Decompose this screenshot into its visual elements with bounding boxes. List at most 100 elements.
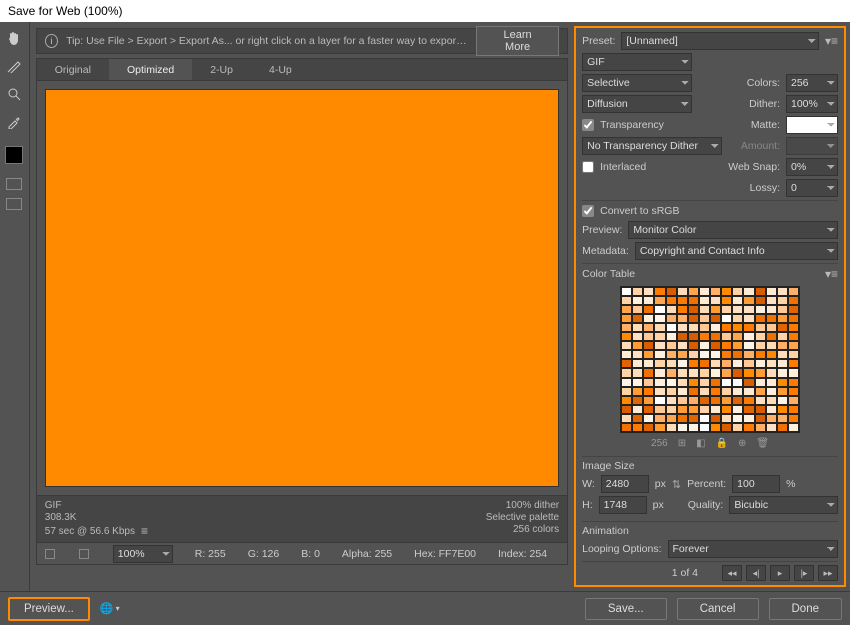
percent-input[interactable] xyxy=(732,475,780,493)
eyedropper-tool-icon[interactable] xyxy=(4,112,24,132)
zoom-tool-icon[interactable] xyxy=(4,84,24,104)
save-button[interactable]: Save... xyxy=(585,598,667,620)
readout-bar: 100% R: 255 G: 126 B: 0 Alpha: 255 Hex: … xyxy=(36,543,568,565)
color-table-label: Color Table xyxy=(582,268,635,280)
metadata-select[interactable]: Copyright and Contact Info xyxy=(635,242,838,260)
done-button[interactable]: Done xyxy=(769,598,843,620)
time-menu-icon[interactable]: ≡ xyxy=(141,524,148,538)
lossy-select[interactable]: 0 xyxy=(786,179,838,197)
settings-panel: Preset: [Unnamed] ▾≡ GIF Selective Color… xyxy=(574,26,846,587)
quality-select[interactable]: Bicubic xyxy=(729,496,838,514)
readout-alpha: Alpha: 255 xyxy=(342,548,392,560)
zoom-select[interactable]: 100% xyxy=(113,545,173,563)
readout-index: Index: 254 xyxy=(498,548,547,560)
info-colors: 256 colors xyxy=(486,524,559,535)
image-preview[interactable] xyxy=(45,89,559,487)
next-frame-button[interactable]: |▸ xyxy=(794,565,814,581)
interlaced-checkbox[interactable] xyxy=(582,161,594,173)
matte-select[interactable] xyxy=(786,116,838,134)
colors-select[interactable]: 256 xyxy=(786,74,838,92)
info-format: GIF xyxy=(45,500,148,511)
trans-dither-select[interactable]: No Transparency Dither xyxy=(582,137,722,155)
ct-trash-icon[interactable]: 🗑 xyxy=(756,438,769,449)
tab-original[interactable]: Original xyxy=(37,59,109,80)
colors-label: Colors: xyxy=(747,77,780,89)
preset-select[interactable]: [Unnamed] xyxy=(621,32,819,50)
transparency-label: Transparency xyxy=(600,119,664,131)
color-table-menu-icon[interactable]: ▾≡ xyxy=(825,267,838,281)
ct-new-icon[interactable]: ⊕ xyxy=(738,438,746,449)
tab-4up[interactable]: 4-Up xyxy=(251,59,310,80)
format-select[interactable]: GIF xyxy=(582,53,692,71)
dither-method-select[interactable]: Diffusion xyxy=(582,95,692,113)
w-label: W: xyxy=(582,478,595,490)
tip-text: Tip: Use File > Export > Export As... or… xyxy=(66,35,468,47)
image-size-label: Image Size xyxy=(582,456,838,472)
info-icon: i xyxy=(45,34,58,48)
reduction-select[interactable]: Selective xyxy=(582,74,692,92)
preview-select[interactable]: Monitor Color xyxy=(628,221,838,239)
slice-visibility-icon[interactable] xyxy=(6,178,22,190)
tab-2up[interactable]: 2-Up xyxy=(192,59,251,80)
cancel-button[interactable]: Cancel xyxy=(677,598,759,620)
readout-hex: Hex: FF7E00 xyxy=(414,548,476,560)
percent-unit: % xyxy=(786,478,795,490)
height-input[interactable] xyxy=(599,496,647,514)
learn-more-button[interactable]: Learn More xyxy=(476,26,559,56)
srgb-label: Convert to sRGB xyxy=(600,205,679,217)
preset-label: Preset: xyxy=(582,35,615,47)
tab-optimized[interactable]: Optimized xyxy=(109,59,192,80)
prev-frame-button[interactable]: ◂| xyxy=(746,565,766,581)
window-title: Save for Web (100%) xyxy=(0,0,850,22)
frame-indicator: 1 of 4 xyxy=(672,567,698,579)
percent-label: Percent: xyxy=(687,478,726,490)
quality-label: Quality: xyxy=(688,499,724,511)
first-frame-button[interactable]: ◂◂ xyxy=(722,565,742,581)
info-time: 57 sec @ 56.6 Kbps xyxy=(45,526,135,537)
link-icon[interactable]: ⇅ xyxy=(672,478,681,491)
info-size: 308.3K xyxy=(45,512,148,523)
amount-label: Amount: xyxy=(741,140,780,152)
ct-shift-icon[interactable]: ◧ xyxy=(696,438,705,449)
hand-tool-icon[interactable] xyxy=(4,28,24,48)
interlaced-label: Interlaced xyxy=(600,161,646,173)
looping-label: Looping Options: xyxy=(582,543,661,555)
animation-label: Animation xyxy=(582,521,838,537)
ct-count: 256 xyxy=(651,438,668,449)
eyedropper-color-swatch[interactable] xyxy=(5,146,23,164)
amount-select xyxy=(786,137,838,155)
last-frame-button[interactable]: ▸▸ xyxy=(818,565,838,581)
readout-b: B: 0 xyxy=(301,548,320,560)
srgb-checkbox[interactable] xyxy=(582,205,594,217)
color-table[interactable] xyxy=(620,286,800,433)
info-dither: 100% dither xyxy=(486,500,559,511)
tip-bar: i Tip: Use File > Export > Export As... … xyxy=(36,28,568,54)
slice-tool-icon[interactable] xyxy=(4,56,24,76)
px-label-1: px xyxy=(655,478,666,490)
preset-menu-icon[interactable]: ▾≡ xyxy=(825,34,838,48)
matte-label: Matte: xyxy=(751,119,780,131)
width-input[interactable] xyxy=(601,475,649,493)
readout-r: R: 255 xyxy=(195,548,226,560)
preview-button[interactable]: Preview... xyxy=(8,597,90,621)
websnap-label: Web Snap: xyxy=(728,161,780,173)
dither-label: Dither: xyxy=(749,98,780,110)
info-palette: Selective palette xyxy=(486,512,559,523)
play-button[interactable]: ▸ xyxy=(770,565,790,581)
h-label: H: xyxy=(582,499,593,511)
left-toolbar xyxy=(0,22,30,625)
optimized-toggle-icon[interactable] xyxy=(79,549,89,559)
looping-select[interactable]: Forever xyxy=(668,540,838,558)
dither-select[interactable]: 100% xyxy=(786,95,838,113)
browser-icon[interactable]: 🌐▾ xyxy=(100,602,120,615)
metadata-label: Metadata: xyxy=(582,245,629,257)
readout-g: G: 126 xyxy=(248,548,280,560)
px-label-2: px xyxy=(653,499,664,511)
websnap-select[interactable]: 0% xyxy=(786,158,838,176)
ct-map-icon[interactable]: ⊞ xyxy=(678,438,686,449)
original-toggle-icon[interactable] xyxy=(45,549,55,559)
transparency-checkbox[interactable] xyxy=(582,119,594,131)
ct-lock-icon[interactable]: 🔒 xyxy=(716,438,728,449)
slice-visibility-icon-2[interactable] xyxy=(6,198,22,210)
preview-info: GIF 308.3K 57 sec @ 56.6 Kbps ≡ 100% dith… xyxy=(36,496,568,543)
